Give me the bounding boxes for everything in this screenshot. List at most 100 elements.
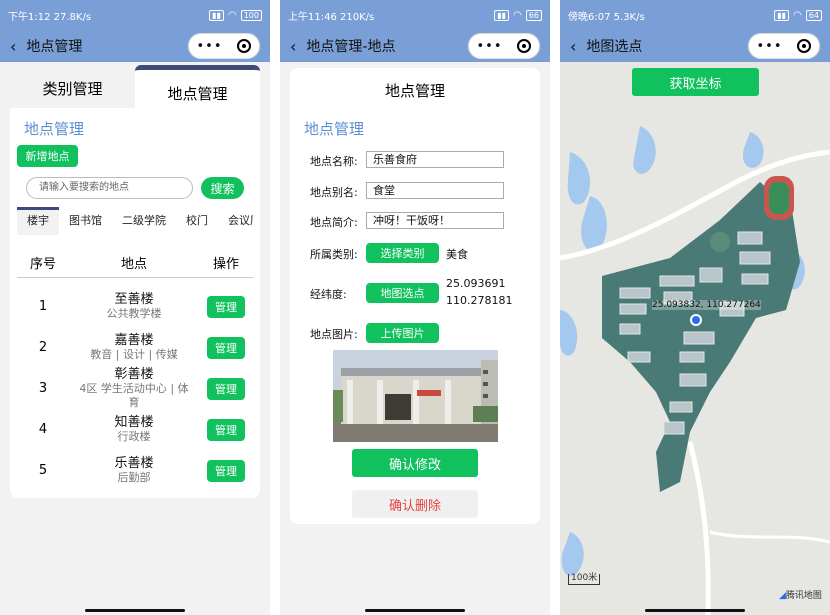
manage-button[interactable]: 管理: [207, 418, 245, 441]
wifi-icon: ◠: [227, 9, 237, 21]
manage-button[interactable]: 管理: [207, 377, 245, 400]
lng-value: 110.278181: [446, 294, 513, 307]
add-place-button[interactable]: 新增地点: [17, 145, 78, 167]
battery-icon: 100: [240, 9, 262, 21]
label-alias: 地点别名:: [310, 186, 358, 199]
phone-map-pick: 傍晚6:07 5.3K/s ▮▮ ◠ 64 ‹ 地图选点 ••• 获取坐标 25…: [560, 0, 830, 615]
place-table: 1 至善楼 公共教学楼 管理 2 嘉善楼 教音 | 设计 | 传媒 管理 3 彰善楼…: [17, 286, 253, 491]
close-target-icon[interactable]: [797, 39, 812, 53]
cat-tab[interactable]: 楼宇: [17, 207, 59, 235]
confirm-edit-button[interactable]: 确认修改: [352, 449, 478, 477]
alias-field[interactable]: 食堂: [366, 182, 504, 199]
close-target-icon[interactable]: [517, 39, 532, 53]
back-icon[interactable]: ‹: [570, 37, 576, 56]
place-list-card: 地点管理 新增地点 请输入要搜索的地点 搜索 楼宇 图书馆 二级学院 校门 会议…: [10, 108, 260, 498]
status-bar: 上午11:46 210K/s ▮▮ ◠ 66: [280, 0, 550, 30]
select-category-button[interactable]: 选择类别: [366, 243, 439, 263]
cat-tab[interactable]: 校门: [176, 207, 218, 235]
coordinate-label: 25.093832, 110.277264: [652, 300, 761, 310]
status-time: 下午1:12: [8, 11, 51, 23]
place-name: 乐善楼: [114, 455, 154, 471]
map-tiles[interactable]: [560, 62, 830, 615]
name-field[interactable]: 乐善食府: [366, 151, 504, 168]
upload-image-button[interactable]: 上传图片: [366, 323, 439, 343]
home-indicator: [85, 609, 185, 612]
section-title: 地点管理: [24, 120, 85, 138]
page-title: 地点管理: [26, 39, 83, 55]
more-icon[interactable]: •••: [476, 39, 502, 54]
row-no: 4: [38, 422, 48, 437]
place-name: 知善楼: [114, 414, 154, 430]
tab-category-management[interactable]: 类别管理: [10, 62, 135, 108]
search-button[interactable]: 搜索: [201, 177, 244, 199]
place-name: 嘉善楼: [114, 332, 154, 348]
status-icons: ▮▮ ◠ 64: [774, 9, 822, 21]
cat-tab[interactable]: 会议厅: [218, 207, 253, 235]
table-row: 5 乐善楼 后勤部 管理: [17, 450, 253, 491]
status-bar: 傍晚6:07 5.3K/s ▮▮ ◠ 64: [560, 0, 830, 30]
top-tabs: 类别管理 地点管理: [0, 62, 270, 113]
wifi-icon: ◠: [793, 9, 802, 21]
category-tabs: 楼宇 图书馆 二级学院 校门 会议厅: [17, 207, 253, 235]
status-icons: ▮▮ ◠ 100: [209, 9, 262, 21]
page-title: 地图选点: [586, 39, 643, 55]
location-pin-icon: [690, 314, 702, 326]
capsule-menu[interactable]: •••: [468, 33, 540, 59]
lat-value: 25.093691: [446, 277, 506, 290]
manage-button[interactable]: 管理: [207, 459, 245, 482]
edit-card: 地点管理 地点管理 地点名称: 乐善食府 地点别名: 食堂 地点简介: 冲呀！干…: [290, 68, 540, 524]
building-photo-image: [333, 350, 498, 442]
nav-bar: ‹ 地点管理 •••: [0, 30, 270, 62]
map-pick-button[interactable]: 地图选点: [366, 283, 439, 303]
category-value: 美食: [446, 248, 468, 261]
label-category: 所属类别:: [310, 248, 358, 261]
label-image: 地点图片:: [310, 328, 358, 341]
table-row: 2 嘉善楼 教音 | 设计 | 传媒 管理: [17, 327, 253, 368]
place-photo: [333, 350, 498, 442]
status-time: 上午11:46: [288, 11, 337, 23]
status-time: 傍晚6:07: [568, 11, 611, 23]
header-action: 操作: [212, 257, 239, 272]
row-no: 3: [38, 381, 48, 396]
header-place: 地点: [120, 257, 147, 272]
nav-bar: ‹ 地图选点 •••: [560, 30, 830, 62]
battery-icon: 66: [525, 9, 542, 21]
header-no: 序号: [29, 257, 56, 272]
capsule-menu[interactable]: •••: [748, 33, 820, 59]
cat-tab[interactable]: 图书馆: [59, 207, 112, 235]
table-row: 4 知善楼 行政楼 管理: [17, 409, 253, 450]
tab-place-management[interactable]: 地点管理: [135, 65, 260, 113]
home-indicator: [645, 609, 745, 612]
more-icon[interactable]: •••: [196, 39, 222, 54]
back-icon[interactable]: ‹: [10, 37, 16, 56]
phone-place-management: 下午1:12 27.8K/s ▮▮ ◠ 100 ‹ 地点管理 ••• 类别管理 地点…: [0, 0, 270, 615]
manage-button[interactable]: 管理: [207, 295, 245, 318]
table-row: 1 至善楼 公共教学楼 管理: [17, 286, 253, 327]
row-no: 1: [38, 299, 48, 314]
status-icons: ▮▮ ◠ 66: [494, 9, 542, 21]
cat-tab[interactable]: 二级学院: [112, 207, 176, 235]
close-target-icon[interactable]: [237, 39, 252, 53]
row-no: 2: [38, 340, 48, 355]
manage-button[interactable]: 管理: [207, 336, 245, 359]
place-sub: 公共教学楼: [106, 306, 162, 320]
home-indicator: [365, 609, 465, 612]
label-latlng: 经纬度:: [310, 288, 347, 301]
status-speed: 27.8K/s: [53, 11, 92, 23]
signal-icon: ▮▮: [209, 9, 224, 21]
campus-map[interactable]: 获取坐标 25.093832, 110.277264 100米 ◢腾讯地图: [560, 62, 830, 615]
get-coordinate-button[interactable]: 获取坐标: [632, 68, 759, 96]
table-header: 序号 地点 操作: [17, 248, 253, 278]
search-input[interactable]: 请输入要搜索的地点: [26, 177, 193, 199]
label-intro: 地点简介:: [310, 216, 358, 229]
confirm-delete-button[interactable]: 确认删除: [352, 490, 478, 518]
back-icon[interactable]: ‹: [290, 37, 296, 56]
place-sub: 4区 学生活动中心 | 体育: [79, 381, 189, 409]
intro-field[interactable]: 冲呀！干饭呀！: [366, 212, 504, 229]
map-logo-text: 腾讯地图: [785, 591, 822, 601]
status-speed: 210K/s: [340, 11, 375, 23]
signal-icon: ▮▮: [774, 9, 790, 21]
capsule-menu[interactable]: •••: [188, 33, 260, 59]
more-icon[interactable]: •••: [756, 39, 782, 54]
status-bar: 下午1:12 27.8K/s ▮▮ ◠ 100: [0, 0, 270, 30]
